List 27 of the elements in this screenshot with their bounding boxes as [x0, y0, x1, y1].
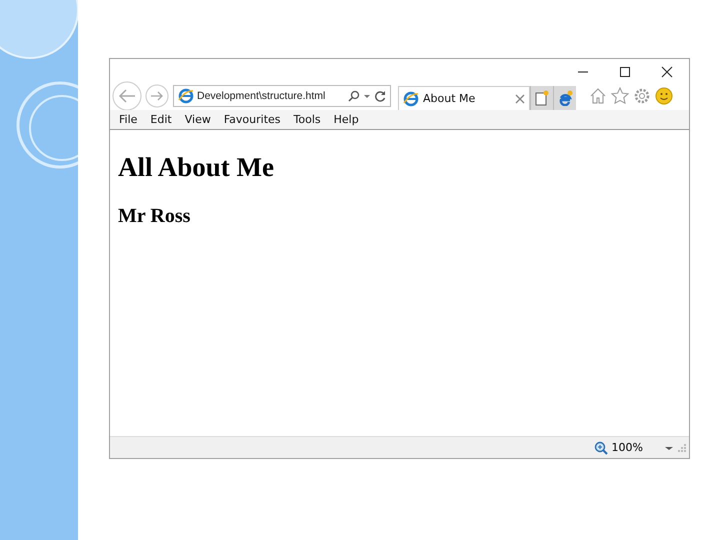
page-heading: All About Me	[118, 152, 276, 183]
browser-tab[interactable]: About Me	[398, 86, 530, 110]
smiley-icon[interactable]	[655, 87, 673, 105]
menu-item[interactable]: Help	[334, 113, 359, 126]
menu-item[interactable]: Tools	[294, 113, 321, 126]
close-icon[interactable]	[661, 66, 673, 78]
page-subheading: Mr Ross	[118, 205, 192, 228]
forward-icon[interactable]	[145, 84, 169, 108]
new-tab-button[interactable]	[530, 86, 553, 110]
settings-icon[interactable]	[633, 87, 651, 105]
resize-grip-icon[interactable]	[677, 442, 687, 452]
star-icon[interactable]	[611, 87, 629, 105]
zoom-icon[interactable]	[594, 440, 608, 454]
search-icon[interactable]	[348, 90, 360, 102]
page-icon	[403, 90, 419, 106]
home-icon[interactable]	[589, 87, 607, 105]
menu-item[interactable]: View	[184, 113, 211, 126]
new-tab-icon	[535, 90, 549, 106]
menu-item[interactable]: File	[119, 113, 138, 126]
page-icon	[178, 88, 194, 104]
menu-item[interactable]: Favourites	[224, 113, 281, 126]
address-field[interactable]: Development\structure.html	[173, 85, 391, 107]
maximize-icon[interactable]	[619, 66, 631, 78]
back-icon[interactable]	[112, 81, 142, 110]
zoom-level[interactable]: 100%	[612, 441, 643, 454]
refresh-icon[interactable]	[374, 90, 386, 102]
menu-item[interactable]: Edit	[150, 113, 172, 126]
